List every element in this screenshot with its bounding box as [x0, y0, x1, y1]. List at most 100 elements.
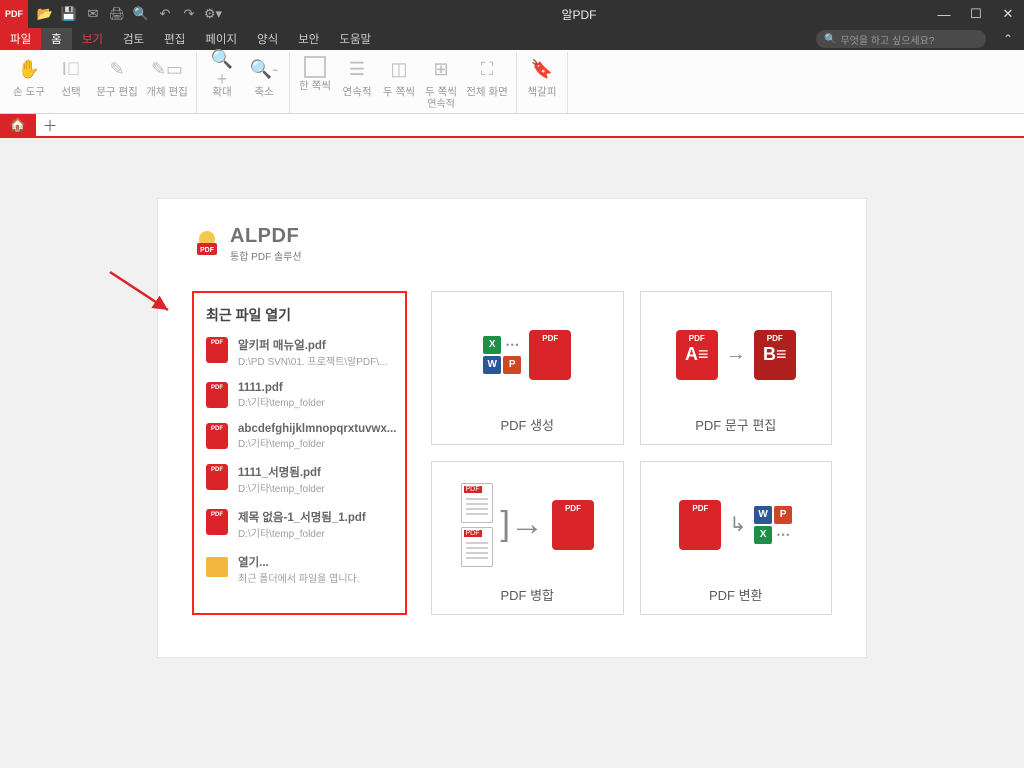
- menu-file[interactable]: 파일: [0, 28, 41, 50]
- pdf-file-icon: [206, 382, 228, 408]
- single-page-icon: [304, 56, 326, 78]
- svg-text:PDF: PDF: [200, 247, 215, 254]
- menu-home[interactable]: 홈: [41, 28, 72, 50]
- maximize-button[interactable]: ☐: [960, 0, 992, 28]
- recent-file-path: D:\기타\temp_folder: [238, 435, 396, 450]
- two-page-continuous-icon: ⊞: [427, 56, 455, 84]
- hand-tool-button[interactable]: ✋ 손 도구: [8, 52, 50, 113]
- edit-text-icon: ✎: [103, 56, 131, 84]
- pdf-file-icon: [206, 337, 228, 363]
- arrow-curve-icon: ↳: [729, 512, 746, 537]
- brand-tagline: 통합 PDF 솔루션: [230, 248, 302, 263]
- email-icon[interactable]: ✉: [84, 5, 102, 23]
- continuous-icon: ☰: [343, 56, 371, 84]
- recent-file-item[interactable]: abcdefghijklmnopqrxtuvwx... D:\기타\temp_f…: [206, 423, 393, 450]
- menu-edit[interactable]: 편집: [154, 28, 195, 50]
- search-placeholder: 무엇을 하고 싶으세요?: [840, 32, 934, 47]
- edit-object-label: 개체 편집: [146, 87, 188, 99]
- recent-file-item[interactable]: 1111_서명됨.pdf D:\기타\temp_folder: [206, 464, 393, 495]
- recent-file-path: D:\기타\temp_folder: [238, 525, 366, 540]
- tile-label: PDF 문구 편집: [695, 409, 776, 436]
- bookmark-label: 책갈피: [528, 87, 557, 99]
- quick-access-toolbar: 📂 💾 ✉ 🖨 🔍 ↶ ↷ ⚙▾: [28, 5, 230, 23]
- home-tab[interactable]: 🏠: [0, 114, 36, 136]
- zoom-out-icon: 🔍-: [250, 56, 278, 84]
- app-logo-icon: PDF: [192, 229, 222, 259]
- pdf-file-icon: [206, 423, 228, 449]
- settings-icon[interactable]: ⚙▾: [204, 5, 222, 23]
- menu-view[interactable]: 보기: [72, 28, 113, 50]
- save-icon[interactable]: 💾: [60, 5, 78, 23]
- new-tab-button[interactable]: ＋: [36, 114, 64, 136]
- brand-block: PDF ALPDF 통합 PDF 솔루션: [192, 225, 832, 263]
- window-controls: — ☐ ✕: [928, 0, 1024, 28]
- tile-label: PDF 병합: [500, 579, 554, 606]
- recent-file-item[interactable]: 제목 없음-1_서명됨_1.pdf D:\기타\temp_folder: [206, 509, 393, 540]
- menu-security[interactable]: 보안: [288, 28, 329, 50]
- bookmark-button[interactable]: 🔖 책갈피: [521, 52, 563, 113]
- two-page-continuous-label: 두 쪽씩: [425, 87, 457, 99]
- edit-object-button[interactable]: ✎▭ 개체 편집: [142, 52, 192, 113]
- ribbon-group-bookmark: 🔖 책갈피: [517, 52, 568, 113]
- workspace: PDF ALPDF 통합 PDF 솔루션 최근 파일 열기 알키퍼 매뉴얼.pd…: [0, 138, 1024, 768]
- tile-edit-text[interactable]: A≡ → B≡ PDF 문구 편집: [640, 291, 833, 445]
- recent-file-name: abcdefghijklmnopqrxtuvwx...: [238, 423, 396, 435]
- continuous-button[interactable]: ☰ 연속적: [336, 52, 378, 113]
- recent-file-name: 제목 없음-1_서명됨_1.pdf: [238, 509, 366, 525]
- recent-file-item[interactable]: 1111.pdf D:\기타\temp_folder: [206, 382, 393, 409]
- doc-icon: [461, 527, 493, 567]
- start-panel: PDF ALPDF 통합 PDF 솔루션 최근 파일 열기 알키퍼 매뉴얼.pd…: [157, 198, 867, 658]
- select-tool-label: 선택: [61, 87, 80, 99]
- tile-merge-pdf[interactable]: ]→ PDF 병합: [431, 461, 624, 615]
- ribbon: ✋ 손 도구 I⃞ 선택 ✎ 문구 편집 ✎▭ 개체 편집 🔍+ 확대 🔍- 축…: [0, 50, 1024, 114]
- edit-text-button[interactable]: ✎ 문구 편집: [92, 52, 142, 113]
- doc-icon: [461, 483, 493, 523]
- app-icon: PDF: [0, 0, 28, 28]
- recent-file-path: D:\기타\temp_folder: [238, 394, 325, 409]
- redo-icon[interactable]: ↷: [180, 5, 198, 23]
- zoom-in-button[interactable]: 🔍+ 확대: [201, 52, 243, 113]
- print-icon[interactable]: 🖨: [108, 5, 126, 23]
- close-button[interactable]: ✕: [992, 0, 1024, 28]
- recent-file-path: D:\PD SVN\01. 프로젝트\알PDF\...: [238, 353, 387, 368]
- pdf-file-icon: [206, 464, 228, 490]
- pdf-a-icon: A≡: [676, 330, 718, 380]
- zoom-in-label: 확대: [212, 87, 231, 99]
- menu-page[interactable]: 페이지: [195, 28, 247, 50]
- fullscreen-button[interactable]: ⛶ 전체 화면: [462, 52, 512, 113]
- recent-file-item[interactable]: 알키퍼 매뉴얼.pdf D:\PD SVN\01. 프로젝트\알PDF\...: [206, 337, 393, 368]
- recent-file-name: 알키퍼 매뉴얼.pdf: [238, 337, 387, 353]
- menu-forms[interactable]: 양식: [247, 28, 288, 50]
- two-page-icon: ◫: [385, 56, 413, 84]
- minimize-button[interactable]: —: [928, 0, 960, 28]
- arrow-right-icon: →: [726, 343, 746, 366]
- collapse-ribbon-button[interactable]: ⌃: [992, 28, 1024, 50]
- tile-convert-pdf[interactable]: ↳ WP X⋯ PDF 변환: [640, 461, 833, 615]
- menu-help[interactable]: 도움말: [329, 28, 381, 50]
- open-icon[interactable]: 📂: [36, 5, 54, 23]
- menu-review[interactable]: 검토: [113, 28, 154, 50]
- ribbon-search[interactable]: 🔍 무엇을 하고 싶으세요?: [816, 30, 986, 48]
- undo-icon[interactable]: ↶: [156, 5, 174, 23]
- open-label: 열기...: [238, 554, 360, 570]
- pdf-icon: [552, 500, 594, 550]
- open-file-item[interactable]: 열기... 최근 폴더에서 파일을 엽니다.: [206, 554, 393, 585]
- single-page-button[interactable]: 한 쪽씩: [294, 52, 336, 113]
- two-page-continuous-sub: 연속적: [427, 99, 455, 110]
- action-tiles: X⋯ WP PDF 생성 A≡ → B≡ PDF 문구 편집: [431, 291, 832, 615]
- tile-create-pdf[interactable]: X⋯ WP PDF 생성: [431, 291, 624, 445]
- title-bar: PDF 📂 💾 ✉ 🖨 🔍 ↶ ↷ ⚙▾ 알PDF — ☐ ✕: [0, 0, 1024, 28]
- single-page-label: 한 쪽씩: [299, 81, 331, 93]
- pdf-file-icon: [206, 509, 228, 535]
- select-tool-button[interactable]: I⃞ 선택: [50, 52, 92, 113]
- zoom-out-button[interactable]: 🔍- 축소: [243, 52, 285, 113]
- office-icons: X⋯ WP: [483, 336, 521, 374]
- two-page-continuous-button[interactable]: ⊞ 두 쪽씩 연속적: [420, 52, 462, 113]
- pdf-icon: [679, 500, 721, 550]
- menu-bar: 파일 홈 보기 검토 편집 페이지 양식 보안 도움말 🔍 무엇을 하고 싶으세…: [0, 28, 1024, 50]
- open-hint: 최근 폴더에서 파일을 엽니다.: [238, 570, 360, 585]
- tile-label: PDF 생성: [500, 409, 554, 436]
- two-page-button[interactable]: ◫ 두 쪽씩: [378, 52, 420, 113]
- search-icon[interactable]: 🔍: [132, 5, 150, 23]
- merge-bracket-icon: ]→: [501, 505, 544, 544]
